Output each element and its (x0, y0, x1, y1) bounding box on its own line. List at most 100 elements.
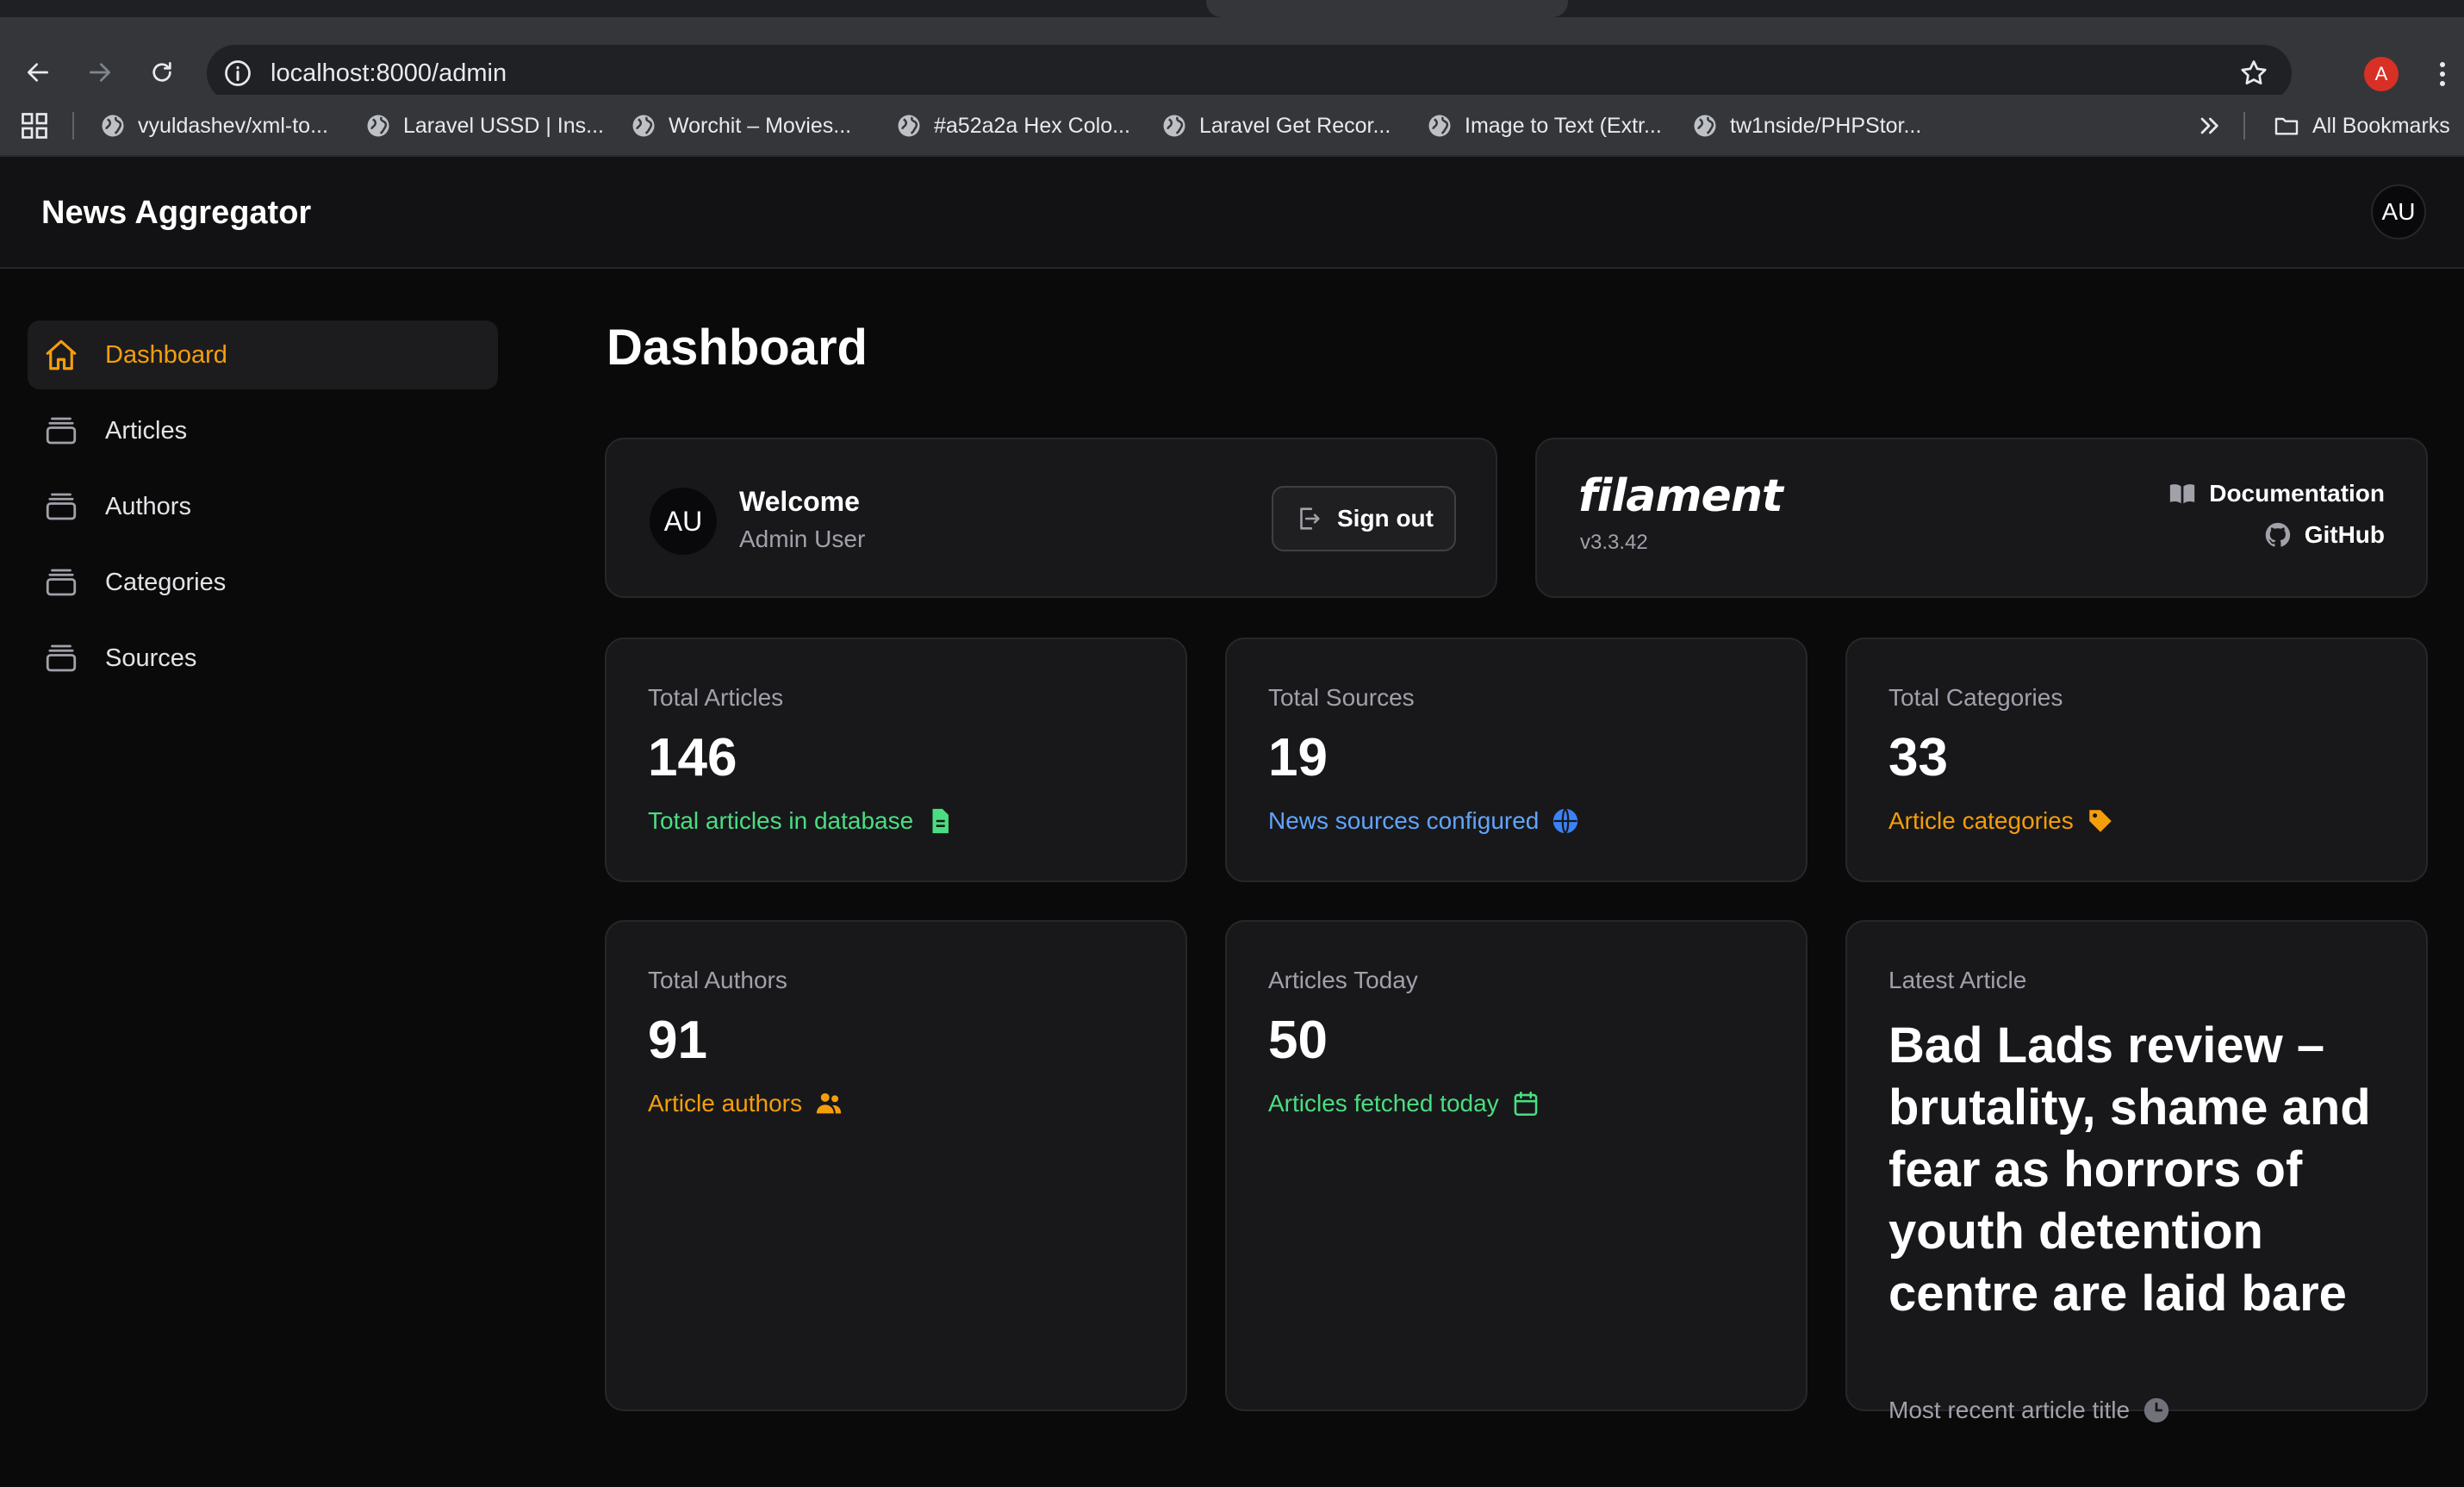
stack-icon (46, 493, 77, 520)
bookmark-label: tw1nside/PHPStor... (1730, 113, 1922, 138)
calendar-icon (1514, 1091, 1538, 1117)
url-text: localhost:8000/admin (271, 59, 507, 87)
sidebar-item-articles[interactable]: Articles (28, 396, 498, 465)
globe-icon (102, 115, 124, 137)
stat-label: Total Sources (1268, 684, 1415, 711)
all-bookmarks-button[interactable]: All Bookmarks (2273, 95, 2450, 157)
sidebar-item-categories[interactable]: Categories (28, 548, 498, 617)
stat-card-total-sources: Total Sources 19 News sources configured (1225, 638, 1808, 882)
sidebar-item-authors[interactable]: Authors (28, 472, 498, 541)
globe-icon (367, 115, 389, 137)
arrow-left-icon (28, 63, 48, 82)
stat-description: News sources configured (1268, 806, 1580, 836)
stat-description-text: Article categories (1888, 807, 2074, 834)
sidebar-item-label: Articles (105, 416, 188, 445)
bookmark-item[interactable]: #a52a2a Hex Colo... (896, 95, 1130, 157)
bookmark-item[interactable]: Image to Text (Extr... (1427, 95, 1662, 157)
chevron-double-right-icon[interactable] (2195, 112, 2223, 140)
sidebar-item-label: Categories (105, 568, 227, 596)
stat-label: Latest Article (1888, 967, 2027, 993)
sidebar-item-dashboard[interactable]: Dashboard (28, 320, 498, 389)
arrow-right-icon (90, 63, 110, 82)
stack-icon (46, 569, 77, 596)
browser-menu-button[interactable] (2430, 57, 2455, 91)
reload-button[interactable] (145, 55, 179, 90)
user-menu-avatar[interactable]: AU (2371, 184, 2426, 240)
site-info-icon[interactable] (222, 58, 253, 89)
address-bar[interactable]: localhost:8000/admin (207, 45, 2292, 102)
sign-out-button[interactable]: Sign out (1272, 486, 1456, 551)
bookmark-item[interactable]: tw1nside/PHPStor... (1692, 95, 1921, 157)
reload-icon (152, 62, 171, 82)
all-bookmarks-label: All Bookmarks (2312, 113, 2450, 138)
back-button[interactable] (21, 55, 55, 90)
bookmark-item[interactable]: vyuldashev/xml-to... (100, 95, 328, 157)
stat-description: Article categories (1888, 806, 2115, 836)
latest-article-title: Bad Lads review – brutality, shame and f… (1888, 1017, 2371, 1322)
stat-value: 33 (1888, 728, 1948, 787)
users-icon (816, 1092, 842, 1114)
stat-value: 19 (1268, 728, 1328, 787)
documentation-link[interactable]: Documentation (2168, 479, 2385, 508)
sidebar-item-sources[interactable]: Sources (28, 624, 498, 693)
stat-description: Articles fetched today (1268, 1089, 1540, 1118)
stat-value: 146 (648, 728, 737, 787)
stat-card-total-articles: Total Articles 146 Total articles in dat… (605, 638, 1187, 882)
stat-description-text: Article authors (648, 1090, 802, 1117)
stat-description-text: Most recent article title (1888, 1397, 2131, 1423)
stat-card-total-authors: Total Authors 91 Article authors (605, 920, 1187, 1411)
stat-label: Total Articles (648, 684, 784, 711)
globe-icon (898, 115, 920, 137)
account-widget: AU Welcome Admin User Sign out (605, 438, 1497, 598)
sidebar-nav: Dashboard Articles Authors Categories So… (28, 320, 498, 700)
bookmarks-divider (72, 112, 74, 140)
stat-description: Total articles in database (648, 806, 955, 836)
github-label: GitHub (2304, 521, 2385, 548)
stat-label: Articles Today (1268, 967, 1418, 993)
profile-avatar[interactable]: A (2364, 57, 2399, 91)
home-icon (46, 339, 77, 370)
bookmark-label: Laravel USSD | Ins... (403, 113, 604, 138)
github-icon (2265, 522, 2290, 547)
app-brand[interactable]: News Aggregator (41, 157, 311, 269)
clock-icon (2144, 1397, 2169, 1423)
browser-active-tab[interactable] (1206, 0, 1568, 17)
stack-icon (46, 417, 77, 445)
bookmark-item[interactable]: Laravel USSD | Ins... (365, 95, 604, 157)
sidebar-item-label: Authors (105, 492, 191, 520)
tag-icon (2089, 810, 2112, 832)
filament-logo: filament (1578, 470, 1783, 522)
bookmark-item[interactable]: Laravel Get Recor... (1161, 95, 1391, 157)
sign-out-label: Sign out (1337, 505, 1434, 532)
bookmarks-divider (2243, 112, 2245, 140)
sidebar-item-label: Dashboard (105, 340, 227, 369)
document-icon (932, 808, 949, 834)
stat-card-total-categories: Total Categories 33 Article categories (1845, 638, 2428, 882)
bookmarks-bar: vyuldashev/xml-to... Laravel USSD | Ins.… (0, 95, 2464, 157)
bookmark-item[interactable]: Worchit – Movies... (631, 95, 851, 157)
forward-button[interactable] (83, 55, 117, 90)
github-link[interactable]: GitHub (2263, 520, 2385, 550)
page-title: Dashboard (607, 320, 868, 376)
stat-label: Total Authors (648, 967, 787, 993)
folder-icon (2274, 117, 2299, 135)
stack-icon (46, 644, 77, 672)
browser-tab-strip (0, 0, 2464, 17)
stat-description-text: Articles fetched today (1268, 1090, 1499, 1117)
filament-info-widget: filament v3.3.42 Documentation GitHub (1535, 438, 2428, 598)
stat-card-latest-article: Latest Article Bad Lads review – brutali… (1845, 920, 2428, 1423)
documentation-label: Documentation (2209, 480, 2385, 507)
stat-card-articles-today: Articles Today 50 Articles fetched today (1225, 920, 1808, 1411)
bookmark-label: Worchit – Movies... (669, 113, 852, 138)
app-topbar: News Aggregator AU (0, 157, 2464, 269)
apps-grid-icon[interactable] (19, 110, 50, 141)
bookmark-label: Image to Text (Extr... (1465, 113, 1662, 138)
globe-icon (632, 115, 655, 137)
globe-icon (1694, 115, 1716, 137)
stat-description-text: News sources configured (1268, 807, 1540, 834)
bookmark-label: #a52a2a Hex Colo... (934, 113, 1130, 138)
stat-value: 50 (1268, 1011, 1328, 1070)
logout-icon (1300, 507, 1320, 530)
bookmark-label: Laravel Get Recor... (1199, 113, 1391, 138)
bookmark-star-icon[interactable] (2238, 58, 2269, 89)
